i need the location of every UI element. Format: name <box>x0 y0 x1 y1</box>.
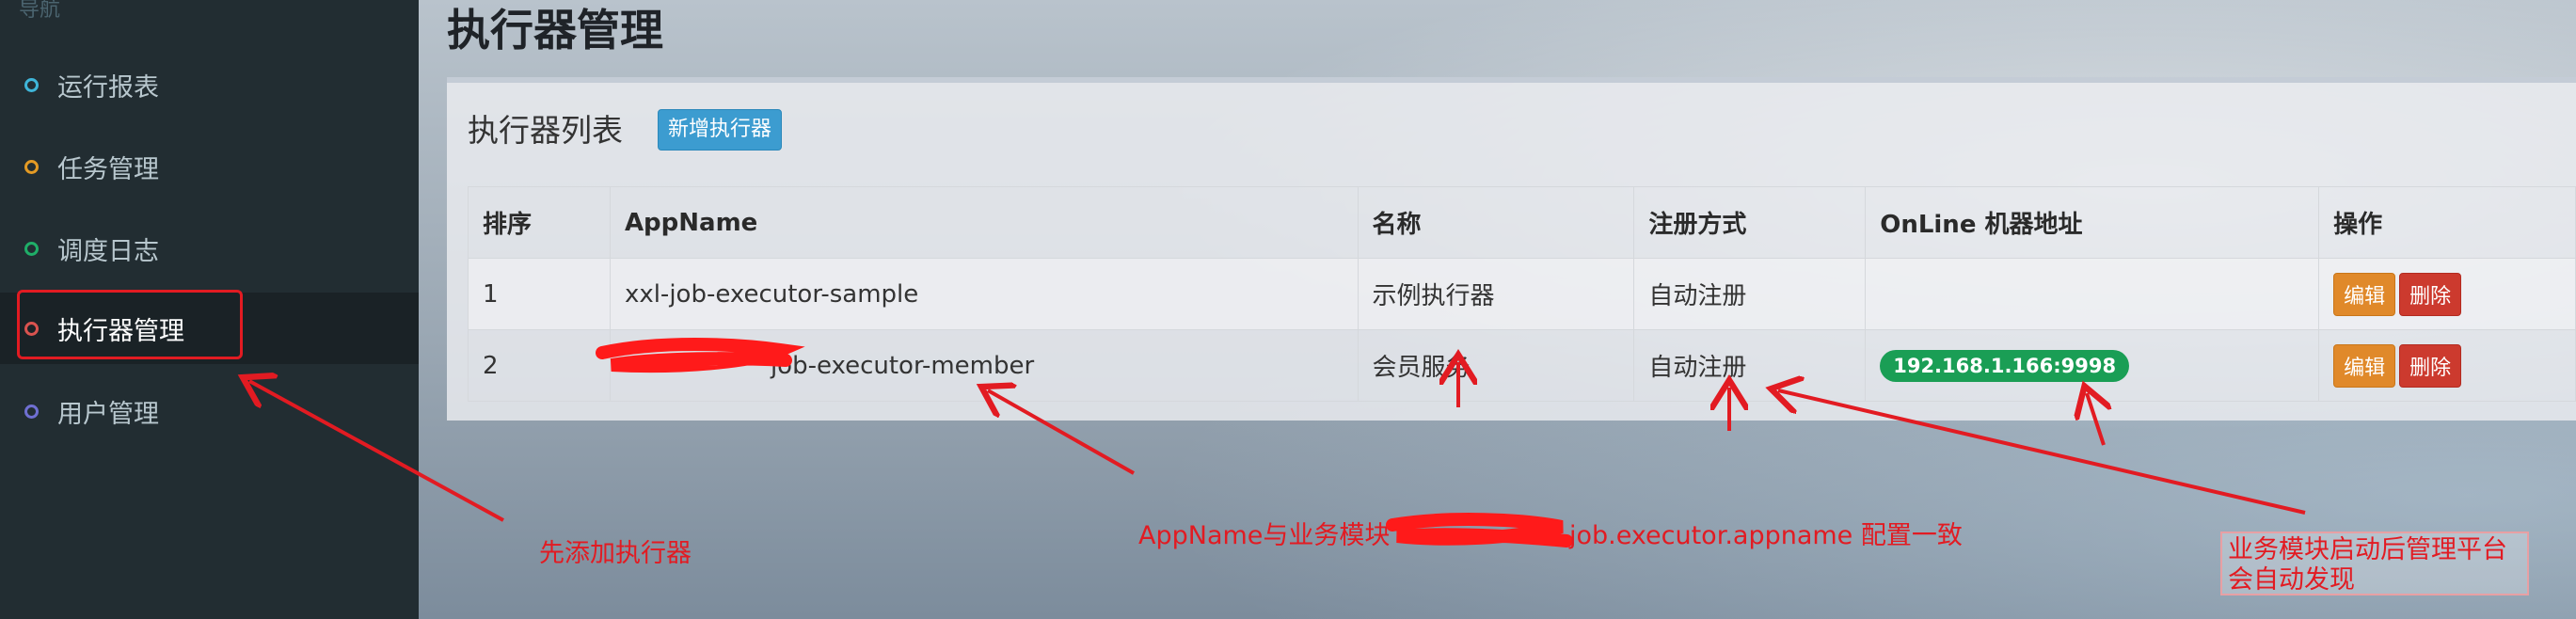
sidebar-item-label: 运行报表 <box>57 72 159 103</box>
nav-header: 导航 <box>19 0 61 22</box>
column-header: OnLine 机器地址 <box>1865 186 2320 259</box>
appname-text: job-executor-member <box>770 351 1035 380</box>
circle-icon <box>24 159 39 174</box>
circle-icon <box>24 404 39 419</box>
sidebar-item-reports[interactable]: 运行报表 <box>0 49 419 120</box>
sidebar-item-label: 调度日志 <box>57 236 159 266</box>
circle-icon <box>24 77 39 92</box>
sidebar-item-logs[interactable]: 调度日志 <box>0 213 419 284</box>
column-header: 操作 <box>2318 186 2576 259</box>
edit-button[interactable]: 编辑 <box>2333 343 2396 388</box>
sidebar-item-tasks[interactable]: 任务管理 <box>0 131 419 202</box>
annotation-appname-suffix: job.executor.appname 配置一致 <box>1569 521 1963 550</box>
table-row: 2 job-executor-member 会员服务 自动注册 192.168.… <box>468 329 2576 402</box>
address-cell: 192.168.1.166:9998 <box>1865 329 2320 402</box>
column-header: AppName <box>609 186 1359 259</box>
delete-button[interactable]: 删除 <box>2399 272 2462 316</box>
column-header: 排序 <box>468 186 611 259</box>
annotation-auto-discover-text: 业务模块启动后管理平台会自动发现 <box>2228 535 2507 595</box>
address-cell <box>1865 258 2320 330</box>
add-executor-button[interactable]: 新增执行器 <box>658 109 783 151</box>
table-header-row: 排序 AppName 名称 注册方式 OnLine 机器地址 操作 <box>468 186 2576 259</box>
column-header: 注册方式 <box>1633 186 1867 259</box>
name-cell: 会员服务 <box>1357 329 1635 402</box>
online-address-badge: 192.168.1.166:9998 <box>1880 349 2130 382</box>
circle-icon <box>24 241 39 256</box>
delete-button[interactable]: 删除 <box>2399 343 2462 388</box>
appname-cell: xxl-job-executor-sample <box>609 258 1359 330</box>
actions-cell: 编辑 删除 <box>2318 329 2576 402</box>
registration-cell: 自动注册 <box>1633 329 1867 402</box>
appname-cell: job-executor-member <box>609 329 1359 402</box>
sidebar-item-label: 任务管理 <box>57 154 159 184</box>
sidebar: 导航 运行报表 任务管理 调度日志 执行器管理 用户管理 <box>0 0 419 619</box>
page-title: 执行器管理 <box>447 5 663 56</box>
order-cell: 2 <box>468 329 611 402</box>
main-content: 执行器管理 执行器列表 新增执行器 排序 AppName 名称 注册方式 OnL… <box>419 0 2576 619</box>
annotation-highlight-box <box>17 290 243 359</box>
executor-list-panel: 执行器列表 新增执行器 排序 AppName 名称 注册方式 OnLine 机器… <box>447 77 2576 421</box>
annotation-add-first: 先添加执行器 <box>539 539 692 568</box>
order-cell: 1 <box>468 258 611 330</box>
annotation-appname-prefix: AppName与业务模块 <box>1138 521 1391 550</box>
edit-button[interactable]: 编辑 <box>2333 272 2396 316</box>
table-row: 1 xxl-job-executor-sample 示例执行器 自动注册 编辑删… <box>468 258 2576 330</box>
sidebar-item-label: 用户管理 <box>57 399 159 429</box>
annotation-auto-discover: 业务模块启动后管理平台会自动发现 <box>2220 532 2529 595</box>
panel-title: 执行器列表 <box>468 112 623 149</box>
executor-table: 排序 AppName 名称 注册方式 OnLine 机器地址 操作 1 xxl-… <box>468 186 2576 402</box>
registration-cell: 自动注册 <box>1633 258 1867 330</box>
column-header: 名称 <box>1357 186 1635 259</box>
sidebar-item-users[interactable]: 用户管理 <box>0 375 419 447</box>
actions-cell: 编辑 删除 <box>2318 258 2576 330</box>
name-cell: 示例执行器 <box>1357 258 1635 330</box>
